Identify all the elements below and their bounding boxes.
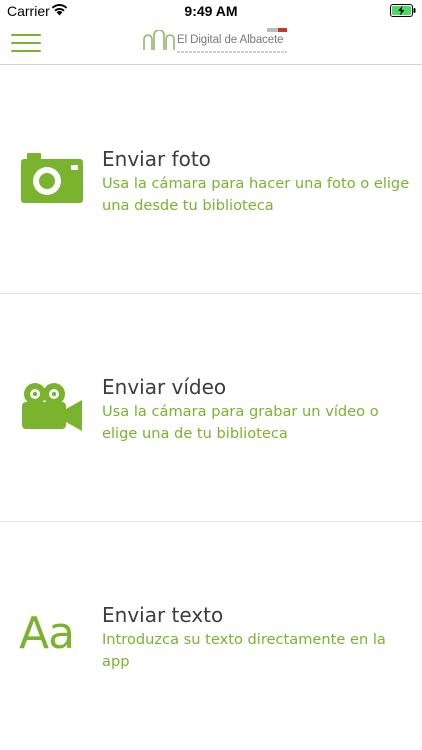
camera-icon [21,153,83,203]
option-description: Usa la cámara para hacer una foto o elig… [102,175,410,214]
video-camera-icon [22,383,82,431]
status-bar: Carrier 9:49 AM [0,0,422,22]
send-photo-option[interactable]: Enviar foto Usa la cámara para hacer una… [0,66,422,294]
logo-badge [267,28,287,32]
app-logo: El Digital de Albacete [142,27,292,59]
logo-arches-icon [143,30,175,50]
send-text-option[interactable]: Aa Enviar texto Introduzca su texto dire… [0,522,422,750]
logo-tagline [177,51,287,53]
send-video-option[interactable]: Enviar vídeo Usa la cámara para grabar u… [0,294,422,522]
logo-text: El Digital de Albacete [177,34,284,46]
option-description: Introduzca su texto directamente en la a… [102,631,386,670]
option-description: Usa la cámara para grabar un vídeo o eli… [102,403,379,442]
hamburger-menu-icon[interactable] [11,32,41,54]
option-title: Enviar texto [102,603,224,627]
navigation-bar: El Digital de Albacete [0,22,422,65]
battery-charging-icon [390,4,416,17]
option-title: Enviar vídeo [102,375,227,399]
option-title: Enviar foto [102,147,211,171]
text-icon: Aa [19,608,75,659]
clock: 9:49 AM [184,3,238,19]
